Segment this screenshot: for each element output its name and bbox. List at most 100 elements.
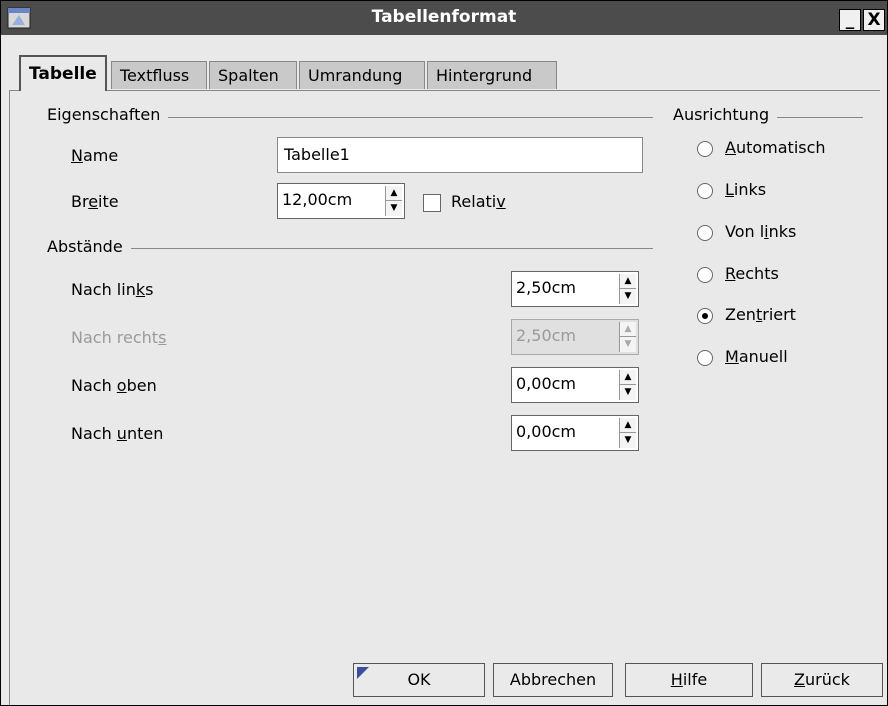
nach-links-up-arrow-icon[interactable]: ▲ xyxy=(620,274,636,289)
radio-links-label[interactable]: Links xyxy=(725,180,766,199)
breite-label: Breite xyxy=(71,192,119,211)
ok-button[interactable]: OK xyxy=(353,663,485,697)
breite-label-mnemonic: e xyxy=(88,192,99,211)
nach-rechts-up-arrow-icon: ▲ xyxy=(620,322,636,337)
relativ-label-mnemonic: v xyxy=(496,192,506,211)
dialog-window: Tabellenformat _ X Tabelle Textfluss Spa… xyxy=(0,0,888,706)
abstaende-separator xyxy=(47,248,653,249)
nach-links-spinbox[interactable]: 2,50cm ▲ ▼ xyxy=(511,271,639,307)
nach-unten-label: Nach unten xyxy=(71,424,163,443)
nach-rechts-spin-arrows: ▲ ▼ xyxy=(619,322,636,352)
nach-unten-post: nten xyxy=(126,424,164,443)
radio-manuell-label[interactable]: Manuell xyxy=(725,347,788,366)
relativ-label-pre: Relati xyxy=(451,192,497,211)
nach-links-value: 2,50cm xyxy=(516,278,577,297)
breite-spinbox[interactable]: 12,00cm ▲ ▼ xyxy=(277,183,405,219)
radio-von-links-rest: nks xyxy=(768,222,797,241)
breite-label-pre: Br xyxy=(71,192,89,211)
nach-rechts-pre: Nach recht xyxy=(71,328,159,347)
breite-value: 12,00cm xyxy=(282,190,353,209)
tab-textfluss[interactable]: Textfluss xyxy=(111,61,207,89)
radio-zentriert[interactable] xyxy=(697,308,713,324)
tab-hintergrund[interactable]: Hintergrund xyxy=(427,61,557,89)
zurueck-button[interactable]: Zurück xyxy=(761,663,883,697)
radio-zentriert-pre: Zen xyxy=(725,305,756,324)
nach-oben-down-arrow-icon[interactable]: ▼ xyxy=(620,385,636,400)
nach-links-mnemonic: k xyxy=(135,280,146,299)
hilfe-rest: ilfe xyxy=(682,670,708,689)
nach-rechts-label: Nach rechts xyxy=(71,328,166,347)
nach-unten-value: 0,00cm xyxy=(516,422,577,441)
radio-automatisch-rest: utomatisch xyxy=(735,138,826,157)
radio-zentriert-label[interactable]: Zentriert xyxy=(725,305,796,324)
zurueck-rest: urück xyxy=(805,670,850,689)
nach-unten-pre: Nach xyxy=(71,424,117,443)
name-input[interactable]: Tabelle1 xyxy=(277,137,643,173)
nach-oben-label: Nach oben xyxy=(71,376,157,395)
nach-oben-spin-arrows: ▲ ▼ xyxy=(619,370,636,400)
radio-automatisch-mnemonic: A xyxy=(725,138,736,157)
name-label: Name xyxy=(71,146,118,165)
radio-manuell-mnemonic: M xyxy=(725,347,739,366)
radio-rechts-rest: echts xyxy=(735,264,779,283)
radio-links-mnemonic: L xyxy=(725,180,734,199)
name-label-mnemonic: N xyxy=(71,146,83,165)
breite-up-arrow-icon[interactable]: ▲ xyxy=(386,186,402,201)
nach-rechts-mnemonic: s xyxy=(158,328,167,347)
nach-oben-value: 0,00cm xyxy=(516,374,577,393)
default-button-corner-icon xyxy=(357,667,369,679)
nach-rechts-spinbox: 2,50cm ▲ ▼ xyxy=(511,319,639,355)
title-bar[interactable]: Tabellenformat _ X xyxy=(1,1,887,35)
breite-label-post: ite xyxy=(98,192,119,211)
tab-spalten[interactable]: Spalten xyxy=(209,61,297,89)
nach-oben-spinbox[interactable]: 0,00cm ▲ ▼ xyxy=(511,367,639,403)
close-button[interactable]: X xyxy=(863,9,885,31)
radio-manuell[interactable] xyxy=(697,350,713,366)
tab-strip: Tabelle Textfluss Spalten Umrandung Hint… xyxy=(9,55,879,91)
nach-links-pre: Nach lin xyxy=(71,280,136,299)
nach-links-post: s xyxy=(145,280,154,299)
eigenschaften-group-title: Eigenschaften xyxy=(47,105,169,124)
radio-von-links-label[interactable]: Von links xyxy=(725,222,796,241)
minimize-button[interactable]: _ xyxy=(839,9,861,31)
abbrechen-button[interactable]: Abbrechen xyxy=(493,663,613,697)
tab-umrandung[interactable]: Umrandung xyxy=(299,61,425,89)
nach-unten-mnemonic: u xyxy=(116,424,127,443)
tab-tabelle[interactable]: Tabelle xyxy=(19,55,107,91)
zurueck-mnemonic: Z xyxy=(794,670,806,689)
radio-links-rest: inks xyxy=(733,180,767,199)
name-label-rest: ame xyxy=(82,146,119,165)
relativ-checkbox[interactable] xyxy=(423,194,441,212)
radio-von-links-pre: Von l xyxy=(725,222,765,241)
nach-unten-up-arrow-icon[interactable]: ▲ xyxy=(620,418,636,433)
nach-unten-spinbox[interactable]: 0,00cm ▲ ▼ xyxy=(511,415,639,451)
radio-rechts-mnemonic: R xyxy=(725,264,736,283)
ok-button-label: OK xyxy=(407,670,431,689)
nach-oben-up-arrow-icon[interactable]: ▲ xyxy=(620,370,636,385)
nach-links-label: Nach links xyxy=(71,280,153,299)
radio-rechts-label[interactable]: Rechts xyxy=(725,264,779,283)
radio-von-links[interactable] xyxy=(697,225,713,241)
radio-manuell-rest: anuell xyxy=(738,347,788,366)
hilfe-mnemonic: H xyxy=(670,670,683,689)
radio-automatisch-label[interactable]: Automatisch xyxy=(725,138,826,157)
window-title: Tabellenformat xyxy=(371,7,517,27)
radio-links[interactable] xyxy=(697,183,713,199)
hilfe-button[interactable]: Hilfe xyxy=(625,663,753,697)
radio-automatisch[interactable] xyxy=(697,141,713,157)
radio-rechts[interactable] xyxy=(697,267,713,283)
nach-links-spin-arrows: ▲ ▼ xyxy=(619,274,636,304)
nach-unten-down-arrow-icon[interactable]: ▼ xyxy=(620,433,636,448)
radio-zentriert-rest: riert xyxy=(762,305,796,324)
nach-oben-post: ben xyxy=(126,376,157,395)
nach-rechts-value: 2,50cm xyxy=(516,326,577,345)
relativ-label: Relativ xyxy=(451,192,506,211)
nach-rechts-down-arrow-icon: ▼ xyxy=(624,339,632,349)
breite-spin-arrows: ▲ ▼ xyxy=(385,186,402,216)
nach-unten-spin-arrows: ▲ ▼ xyxy=(619,418,636,448)
nach-links-down-arrow-icon[interactable]: ▼ xyxy=(620,289,636,304)
breite-down-arrow-icon[interactable]: ▼ xyxy=(386,201,402,216)
nach-oben-pre: Nach xyxy=(71,376,117,395)
nach-oben-mnemonic: o xyxy=(116,376,127,395)
abstaende-group-title: Abstände xyxy=(47,237,131,256)
